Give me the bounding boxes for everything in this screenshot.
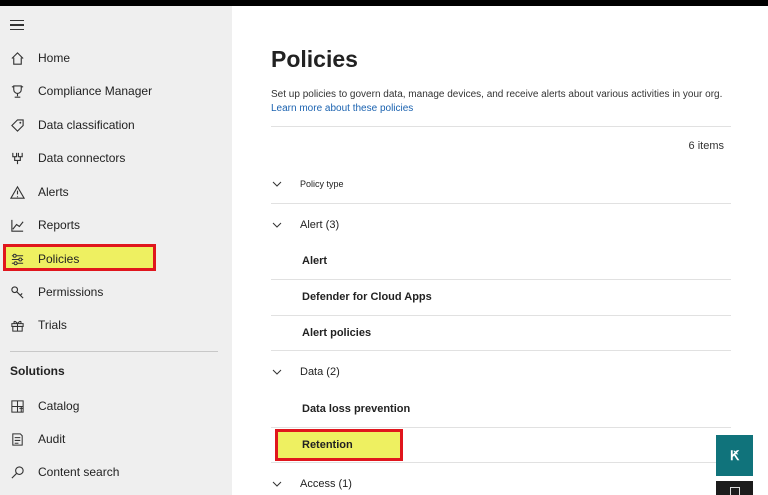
divider	[271, 315, 731, 316]
policy-alert-policies[interactable]: Alert policies	[302, 327, 371, 339]
group-header-access[interactable]: Access (1)	[271, 478, 731, 490]
connector-icon	[8, 149, 26, 167]
description-text: Set up policies to govern data, manage d…	[271, 89, 723, 100]
group-header-data[interactable]: Data (2)	[271, 366, 731, 378]
chevron-down-icon	[272, 220, 286, 230]
chart-icon	[8, 216, 26, 234]
divider	[271, 350, 731, 351]
sidebar-item-label: Catalog	[38, 399, 80, 413]
divider	[271, 203, 731, 204]
sidebar-item-label: Compliance Manager	[38, 84, 153, 98]
sidebar-item-label: Permissions	[38, 285, 104, 299]
policy-alert[interactable]: Alert	[302, 255, 327, 267]
catalog-icon	[8, 397, 26, 415]
sidebar-item-data-classification[interactable]: Data classification	[0, 112, 232, 138]
sidebar-item-label: Data connectors	[38, 151, 126, 165]
policy-type-label: Policy type	[300, 179, 344, 189]
sidebar: Home Compliance Manager Data classificat…	[0, 6, 232, 495]
sidebar-item-policies[interactable]: Policies	[0, 244, 232, 272]
learn-more-link[interactable]: Learn more about these policies	[271, 103, 413, 114]
policy-type-header[interactable]: Policy type	[271, 179, 731, 189]
sidebar-item-label: Home	[38, 51, 71, 65]
page-description: Set up policies to govern data, manage d…	[271, 88, 741, 116]
main-content: Policies Set up policies to govern data,…	[232, 6, 768, 495]
sidebar-item-permissions[interactable]: Permissions	[0, 279, 232, 305]
hamburger-menu-icon[interactable]	[10, 20, 24, 31]
divider	[271, 462, 731, 463]
sidebar-item-label: Trials	[38, 318, 67, 332]
chevron-down-icon	[272, 479, 286, 489]
items-count: 6 items	[688, 140, 724, 152]
warning-icon	[8, 183, 26, 201]
sidebar-item-catalog[interactable]: Catalog	[0, 393, 232, 419]
group-header-alert[interactable]: Alert (3)	[271, 219, 731, 231]
sidebar-item-audit[interactable]: Audit	[0, 426, 232, 452]
home-icon	[8, 49, 26, 67]
policy-data-loss-prevention[interactable]: Data loss prevention	[302, 403, 410, 415]
sidebar-item-label: Policies	[38, 252, 80, 266]
sidebar-item-label: Data classification	[38, 118, 135, 132]
divider	[10, 351, 218, 352]
sidebar-item-reports[interactable]: Reports	[0, 212, 232, 238]
policy-defender-for-cloud-apps[interactable]: Defender for Cloud Apps	[302, 291, 432, 303]
sidebar-item-label: Audit	[38, 432, 66, 446]
sidebar-item-label: Content search	[38, 465, 120, 479]
chevron-down-icon	[272, 179, 286, 189]
group-label: Access (1)	[300, 478, 352, 490]
sidebar-item-label: Alerts	[38, 185, 69, 199]
feedback-icon	[729, 487, 740, 495]
chat-icon: Ԟ	[729, 447, 740, 463]
tag-icon	[8, 116, 26, 134]
sidebar-item-home[interactable]: Home	[0, 45, 232, 71]
sidebar-item-content-search[interactable]: Content search	[0, 459, 232, 485]
policy-retention[interactable]: Retention	[302, 439, 353, 451]
sliders-icon	[8, 250, 26, 268]
group-label: Data (2)	[300, 366, 340, 378]
search-icon	[8, 463, 26, 481]
help-chat-button[interactable]: Ԟ	[716, 435, 753, 476]
feedback-button[interactable]	[716, 481, 753, 495]
chevron-down-icon	[272, 367, 286, 377]
divider	[271, 126, 731, 127]
divider	[271, 279, 731, 280]
sidebar-item-data-connectors[interactable]: Data connectors	[0, 145, 232, 171]
group-label: Alert (3)	[300, 219, 340, 231]
sidebar-item-trials[interactable]: Trials	[0, 312, 232, 338]
sidebar-item-label: Reports	[38, 218, 81, 232]
sidebar-item-compliance-manager[interactable]: Compliance Manager	[0, 78, 232, 104]
divider	[271, 427, 731, 428]
gift-icon	[8, 316, 26, 334]
page-title: Policies	[271, 46, 358, 72]
key-icon	[8, 283, 26, 301]
sidebar-item-alerts[interactable]: Alerts	[0, 179, 232, 205]
trophy-icon	[8, 82, 26, 100]
audit-icon	[8, 430, 26, 448]
section-title-solutions: Solutions	[10, 364, 65, 378]
